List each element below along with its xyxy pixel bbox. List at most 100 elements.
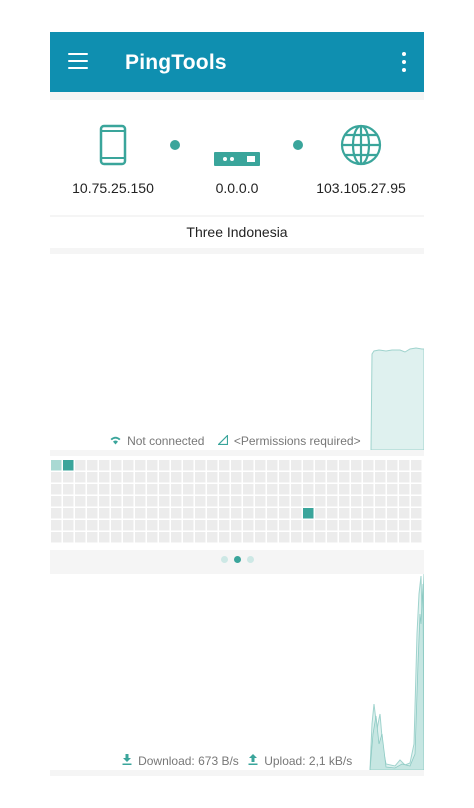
signal-chart[interactable]: Not connected <Permissions required>: [50, 254, 424, 450]
ping-cell: [375, 508, 386, 519]
ping-cell: [219, 472, 230, 483]
ping-cell: [411, 532, 422, 543]
gateway-ip: 0.0.0.0: [215, 180, 259, 196]
ping-cell: [63, 460, 74, 471]
ping-cell: [351, 460, 362, 471]
ping-cell: [291, 496, 302, 507]
ping-cell: [183, 532, 194, 543]
ping-cell: [303, 532, 314, 543]
ping-cell: [387, 484, 398, 495]
ping-cell: [387, 520, 398, 531]
ping-cell: [123, 472, 134, 483]
ping-cell: [327, 484, 338, 495]
ping-cell: [255, 496, 266, 507]
ping-cell: [339, 496, 350, 507]
ping-cell: [99, 508, 110, 519]
ping-cell: [219, 460, 230, 471]
ping-cell: [111, 508, 122, 519]
ping-cell: [75, 472, 86, 483]
ping-cell: [291, 508, 302, 519]
ping-cell: [63, 484, 74, 495]
ping-cell: [399, 532, 410, 543]
ping-cell: [111, 532, 122, 543]
ping-cell: [207, 520, 218, 531]
ping-cell: [315, 484, 326, 495]
ping-cell: [135, 532, 146, 543]
globe-icon: [340, 124, 382, 166]
ping-cell: [267, 508, 278, 519]
ping-cell: [315, 496, 326, 507]
more-vertical-icon[interactable]: [400, 52, 408, 72]
ping-cell: [363, 496, 374, 507]
page-dot[interactable]: [221, 556, 228, 563]
ping-cell: [99, 532, 110, 543]
ping-cell: [63, 508, 74, 519]
ping-cell: [327, 496, 338, 507]
ping-cell: [51, 508, 62, 519]
download-rate: Download: 673 B/s: [138, 754, 239, 768]
page-dot[interactable]: [234, 556, 241, 563]
ping-cell: [147, 532, 158, 543]
ping-cell: [51, 496, 62, 507]
ping-cell: [387, 472, 398, 483]
ping-cell: [135, 508, 146, 519]
network-route-card[interactable]: 10.75.25.150 0.0.0.0 103.105.27.95: [50, 100, 424, 215]
ping-cell: [51, 472, 62, 483]
ping-cell: [291, 484, 302, 495]
ping-cell: [51, 520, 62, 531]
ping-cell: [123, 484, 134, 495]
upload-icon: [248, 754, 261, 768]
ping-cell: [291, 460, 302, 471]
app-toolbar: PingTools: [50, 32, 424, 92]
ping-grid[interactable]: [50, 456, 424, 550]
ping-cell: [243, 472, 254, 483]
ping-cell: [291, 520, 302, 531]
ping-cell: [411, 508, 422, 519]
wifi-icon: [110, 436, 124, 448]
ping-cell: [303, 472, 314, 483]
ping-cell: [279, 496, 290, 507]
ping-cell: [75, 532, 86, 543]
ping-cell: [135, 496, 146, 507]
ping-cell: [183, 460, 194, 471]
hamburger-menu-icon[interactable]: [68, 52, 90, 70]
ping-cell: [279, 520, 290, 531]
ping-cell: [231, 472, 242, 483]
page-dot[interactable]: [247, 556, 254, 563]
ping-cell: [375, 484, 386, 495]
ping-cell: [183, 496, 194, 507]
ping-cell: [411, 472, 422, 483]
ping-cell: [219, 496, 230, 507]
ping-cell: [75, 508, 86, 519]
ping-cell: [207, 532, 218, 543]
cell-status-text: <Permissions required>: [233, 434, 361, 448]
ping-cell: [75, 520, 86, 531]
ping-cell: [363, 484, 374, 495]
ping-cell: [63, 496, 74, 507]
ping-cell: [183, 508, 194, 519]
ping-cell: [51, 484, 62, 495]
ping-cell: [351, 472, 362, 483]
ping-cell: [315, 520, 326, 531]
ping-cell: [75, 496, 86, 507]
ping-cell: [147, 496, 158, 507]
ping-cell: [87, 520, 98, 531]
traffic-chart[interactable]: Download: 673 B/s Upload: 2,1 kB/s: [50, 574, 424, 770]
page-indicator[interactable]: [50, 554, 424, 564]
ping-cell: [255, 508, 266, 519]
ping-cell: [351, 508, 362, 519]
ping-cell: [279, 532, 290, 543]
ping-cell: [303, 460, 314, 471]
ping-cell: [231, 520, 242, 531]
ping-cell: [147, 508, 158, 519]
ping-cell: [351, 496, 362, 507]
traffic-history-area: [369, 574, 424, 770]
ping-cell: [243, 484, 254, 495]
ping-cell: [267, 496, 278, 507]
app-screen: PingTools 10.75.25.150 0.0.0.0 103.105.2…: [50, 32, 424, 776]
ping-cell: [375, 472, 386, 483]
route-link-dot: [293, 140, 303, 150]
ping-cell: [123, 496, 134, 507]
ping-cell: [111, 460, 122, 471]
ping-cell: [375, 520, 386, 531]
